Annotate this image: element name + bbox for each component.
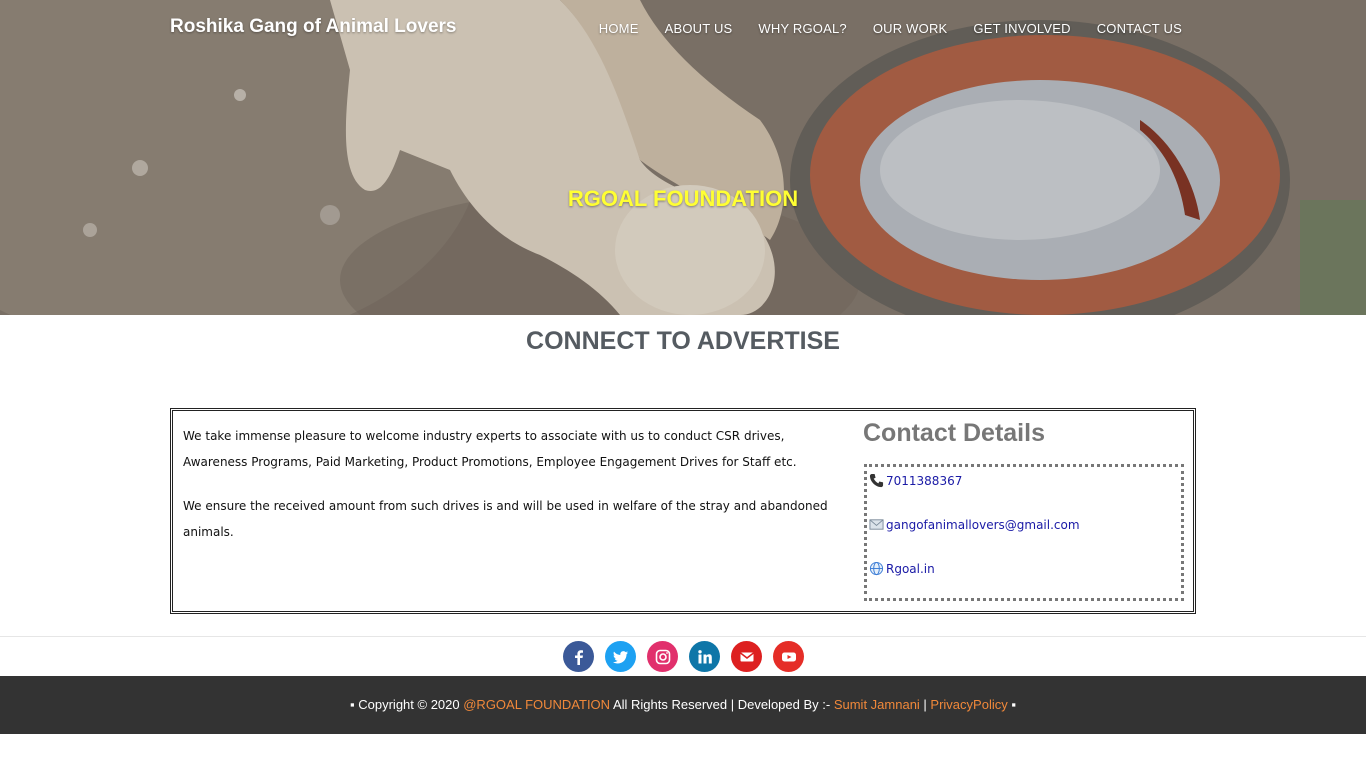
youtube-icon[interactable] [773, 641, 804, 672]
contact-phone-link[interactable]: 7011388367 [886, 474, 962, 488]
linkedin-icon[interactable] [689, 641, 720, 672]
privacy-policy-link[interactable]: PrivacyPolicy [930, 697, 1007, 712]
contact-phone-row: 7011388367 [869, 473, 962, 488]
contact-website-row: Rgoal.in [869, 561, 935, 576]
envelope-icon [869, 517, 884, 532]
footer: ▪ Copyright © 2020 @RGOAL FOUNDATION All… [0, 676, 1366, 734]
social-bar [0, 636, 1366, 677]
contact-email-link[interactable]: gangofanimallovers@gmail.com [886, 518, 1080, 532]
nav-home[interactable]: HOME [599, 21, 639, 36]
nav-get-involved[interactable]: GET INVOLVED [973, 21, 1070, 36]
copyright-prefix: ▪ Copyright © 2020 [350, 697, 464, 712]
hero-background-image [0, 0, 1366, 315]
contact-email-row: gangofanimallovers@gmail.com [869, 517, 1080, 532]
nav-contact-us[interactable]: CONTACT US [1097, 21, 1182, 36]
contact-details-box: 7011388367 gangofanimallovers@gmail.com … [864, 464, 1184, 601]
copyright-suffix: ▪ [1007, 697, 1016, 712]
org-link[interactable]: @RGOAL FOUNDATION [463, 697, 610, 712]
copyright-middle: All Rights Reserved | Developed By :- [610, 697, 834, 712]
developer-link[interactable]: Sumit Jamnani [834, 697, 920, 712]
copyright-line: ▪ Copyright © 2020 @RGOAL FOUNDATION All… [0, 697, 1366, 712]
advertise-description: We take immense pleasure to welcome indu… [183, 423, 848, 563]
advertise-info-box: We take immense pleasure to welcome indu… [170, 408, 1196, 614]
footer-separator: | [919, 697, 931, 712]
hero-banner: Roshika Gang of Animal Lovers HOME ABOUT… [0, 0, 1366, 315]
hero-title: RGOAL FOUNDATION [567, 186, 799, 211]
instagram-icon[interactable] [647, 641, 678, 672]
page-title: CONNECT TO ADVERTISE [526, 327, 840, 355]
facebook-icon[interactable] [563, 641, 594, 672]
contact-website-link[interactable]: Rgoal.in [886, 562, 935, 576]
site-brand-link[interactable]: Roshika Gang of Animal Lovers [170, 16, 456, 38]
globe-icon [869, 561, 884, 576]
main-nav: HOME ABOUT US WHY RGOAL? OUR WORK GET IN… [599, 21, 1182, 36]
description-paragraph: We take immense pleasure to welcome indu… [183, 429, 797, 469]
mail-icon[interactable] [731, 641, 762, 672]
nav-why-rgoal[interactable]: WHY RGOAL? [758, 21, 846, 36]
nav-about-us[interactable]: ABOUT US [665, 21, 733, 36]
contact-details-title: Contact Details [863, 419, 1045, 447]
phone-icon [869, 473, 884, 488]
description-paragraph: We ensure the received amount from such … [183, 499, 828, 539]
twitter-icon[interactable] [605, 641, 636, 672]
nav-our-work[interactable]: OUR WORK [873, 21, 948, 36]
